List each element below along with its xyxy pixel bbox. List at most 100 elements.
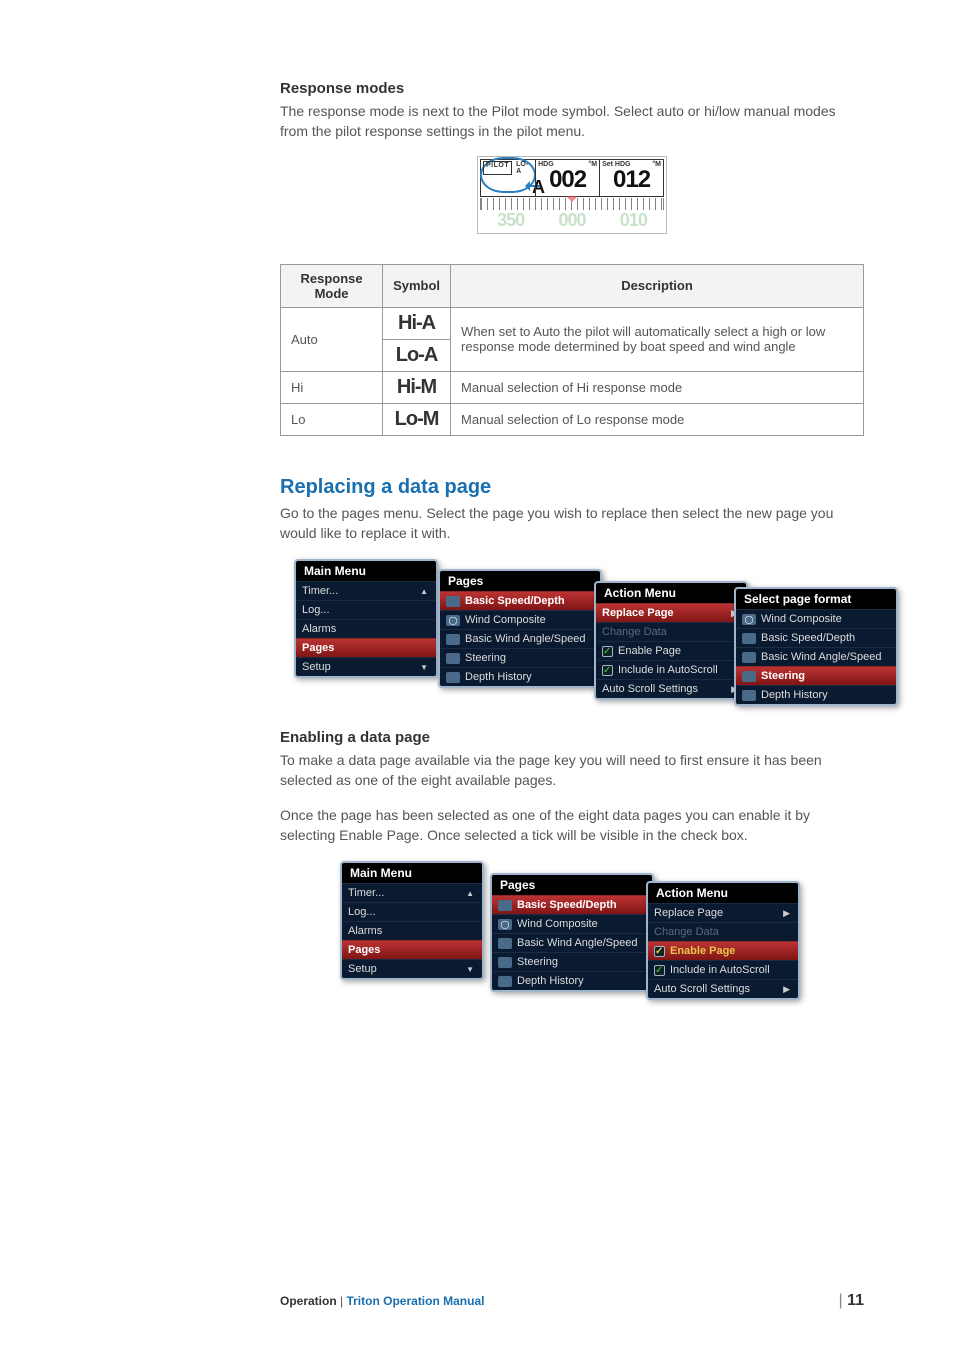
- action-enable[interactable]: Enable Page: [596, 641, 746, 660]
- action-autoscroll[interactable]: Auto Scroll Settings▶: [596, 679, 746, 698]
- page-icon: [446, 634, 460, 645]
- main-item-timer[interactable]: Timer...▲: [296, 581, 436, 600]
- pages-item-bwas[interactable]: Basic Wind Angle/Speed: [440, 629, 600, 648]
- replace-heading: Replacing a data page: [280, 476, 864, 499]
- main-item-setup[interactable]: Setup▼: [296, 657, 436, 676]
- action-item-label: Include in AutoScroll: [670, 964, 770, 976]
- page-footer: Operation | Triton Operation Manual | 11: [280, 1292, 864, 1310]
- pages-item-label: Depth History: [517, 975, 584, 987]
- action-include-2[interactable]: Include in AutoScroll: [648, 960, 798, 979]
- response-mode-table: Response Mode Symbol Description Auto Hi…: [280, 264, 864, 436]
- pages-item-dh-2[interactable]: Depth History: [492, 971, 652, 990]
- format-item-label: Basic Wind Angle/Speed: [761, 651, 881, 663]
- footer-bar: |: [838, 1292, 847, 1309]
- action-item-label: Auto Scroll Settings: [654, 983, 750, 995]
- action-autoscroll-2[interactable]: Auto Scroll Settings▶: [648, 979, 798, 998]
- format-item-label: Basic Speed/Depth: [761, 632, 855, 644]
- pages-item-wc[interactable]: ◯ Wind Composite: [440, 610, 600, 629]
- main-item-pages[interactable]: Pages: [296, 638, 436, 657]
- action-item-label: Enable Page: [618, 645, 681, 657]
- page-icon: [742, 671, 756, 682]
- set-hdg-value: 012: [602, 168, 661, 192]
- pages-item-label: Wind Composite: [517, 918, 598, 930]
- format-item-dh[interactable]: Depth History: [736, 685, 896, 704]
- action-item-label: Enable Page: [670, 945, 735, 957]
- pages-item-dh[interactable]: Depth History: [440, 667, 600, 686]
- main-item-pages-2[interactable]: Pages: [342, 940, 482, 959]
- pages-item-label: Basic Wind Angle/Speed: [465, 633, 585, 645]
- set-hdg-unit: °M: [652, 161, 661, 168]
- page-icon: [742, 633, 756, 644]
- pages-item-bsd-2[interactable]: Basic Speed/Depth: [492, 895, 652, 914]
- hdg-unit: °M: [588, 161, 597, 168]
- action-enable-2[interactable]: Enable Page: [648, 941, 798, 960]
- replace-para: Go to the pages menu. Select the page yo…: [280, 503, 864, 544]
- main-item-log[interactable]: Log...: [296, 600, 436, 619]
- main-menu-title: Main Menu: [296, 561, 436, 581]
- pilot-bottom-3: 010: [603, 210, 664, 231]
- pages-menu-title-2: Pages: [492, 875, 652, 895]
- page-icon: ◯: [498, 919, 512, 930]
- action-item-label: Replace Page: [602, 607, 674, 619]
- action-replace-2[interactable]: Replace Page ▶: [648, 903, 798, 922]
- hdg-value: 002: [538, 168, 597, 192]
- action-item-label: Auto Scroll Settings: [602, 683, 698, 695]
- footer-operation: Operation: [280, 1294, 337, 1308]
- action-item-label: Replace Page: [654, 907, 723, 919]
- format-item-bwas[interactable]: Basic Wind Angle/Speed: [736, 647, 896, 666]
- main-item-label: Timer...: [348, 887, 384, 899]
- page-icon: [446, 672, 460, 683]
- td-sym-loa: Lo-A: [383, 339, 451, 371]
- action-item-label: Include in AutoScroll: [618, 664, 718, 676]
- enable-para1: To make a data page available via the pa…: [280, 750, 864, 791]
- pages-item-wc-2[interactable]: ◯ Wind Composite: [492, 914, 652, 933]
- pages-item-label: Steering: [517, 956, 558, 968]
- page-icon: [742, 652, 756, 663]
- footer-sep: |: [337, 1294, 347, 1308]
- format-menu-title: Select page format: [736, 589, 896, 609]
- format-item-wc[interactable]: ◯Wind Composite: [736, 609, 896, 628]
- page-icon: ◯: [446, 615, 460, 626]
- pages-item-label: Basic Wind Angle/Speed: [517, 937, 637, 949]
- pilot-bottom-1: 350: [480, 210, 541, 231]
- format-item-steering[interactable]: Steering: [736, 666, 896, 685]
- response-modes-para: The response mode is next to the Pilot m…: [280, 101, 864, 142]
- main-item-alarms-2[interactable]: Alarms: [342, 921, 482, 940]
- td-sym-lom: Lo-M: [383, 403, 451, 435]
- td-mode-hi: Hi: [281, 371, 383, 403]
- page-icon: [446, 596, 460, 607]
- main-item-log-2[interactable]: Log...: [342, 902, 482, 921]
- pilot-badge: PILOT: [483, 161, 512, 175]
- page-icon: [498, 900, 512, 911]
- format-item-label: Depth History: [761, 689, 828, 701]
- pages-item-steering[interactable]: Steering: [440, 648, 600, 667]
- main-item-label: Setup: [302, 661, 331, 673]
- format-item-bsd[interactable]: Basic Speed/Depth: [736, 628, 896, 647]
- action-menu-title-2: Action Menu: [648, 883, 798, 903]
- th-desc: Description: [451, 264, 864, 307]
- main-item-label: Timer...: [302, 585, 338, 597]
- page-icon: [498, 938, 512, 949]
- action-change-2: Change Data: [648, 922, 798, 941]
- td-mode-lo: Lo: [281, 403, 383, 435]
- main-item-timer-2[interactable]: Timer...▲: [342, 883, 482, 902]
- action-replace[interactable]: Replace Page▶: [596, 603, 746, 622]
- response-modes-heading: Response modes: [280, 80, 864, 97]
- chevron-right-icon: ▶: [783, 908, 790, 919]
- pages-item-bsd[interactable]: Basic Speed/Depth: [440, 591, 600, 610]
- main-item-alarms[interactable]: Alarms: [296, 619, 436, 638]
- checkbox-icon: [654, 946, 665, 957]
- td-desc-auto: When set to Auto the pilot will automati…: [451, 307, 864, 371]
- action-include[interactable]: Include in AutoScroll: [596, 660, 746, 679]
- pages-item-steering-2[interactable]: Steering: [492, 952, 652, 971]
- pilot-loa-small: LO-A: [516, 161, 533, 175]
- format-item-label: Steering: [761, 670, 805, 682]
- pages-item-label: Wind Composite: [465, 614, 546, 626]
- pages-item-label: Basic Speed/Depth: [465, 595, 565, 607]
- pages-item-label: Basic Speed/Depth: [517, 899, 617, 911]
- page-icon: [446, 653, 460, 664]
- main-item-setup-2[interactable]: Setup▼: [342, 959, 482, 978]
- td-desc-lo: Manual selection of Lo response mode: [451, 403, 864, 435]
- checkbox-icon: [654, 965, 665, 976]
- pages-item-bwas-2[interactable]: Basic Wind Angle/Speed: [492, 933, 652, 952]
